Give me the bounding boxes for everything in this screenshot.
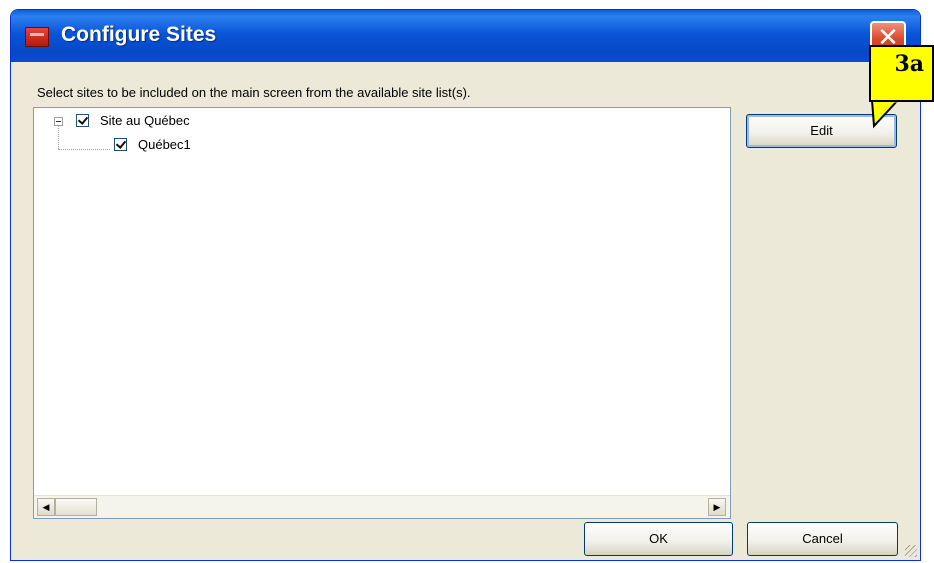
step-callout: 3a (869, 45, 934, 102)
title-bar[interactable]: Configure Sites ✕ (11, 10, 920, 62)
window-title: Configure Sites (61, 23, 217, 46)
checkbox-icon[interactable] (114, 138, 127, 151)
scroll-left-button[interactable]: ◀ (37, 498, 55, 516)
scroll-right-icon: ▶ (713, 502, 721, 512)
tree-connector (58, 149, 110, 150)
site-tree[interactable]: Site au Québec Québec1 ◀ ▶ (33, 107, 731, 519)
tree-item-label: Québec1 (138, 137, 191, 152)
resize-grip-icon[interactable] (905, 545, 917, 557)
checkbox-icon[interactable] (76, 114, 89, 127)
configure-sites-dialog: Configure Sites ✕ Select sites to be inc… (10, 9, 921, 561)
tree-item-label: Site au Québec (100, 113, 190, 128)
callout-pointer (870, 100, 900, 129)
horizontal-scrollbar[interactable]: ◀ ▶ (34, 495, 730, 518)
ok-button[interactable]: OK (584, 522, 733, 556)
app-icon (25, 27, 49, 47)
cancel-button[interactable]: Cancel (747, 522, 898, 556)
collapse-icon[interactable] (54, 117, 63, 126)
instruction-text: Select sites to be included on the main … (37, 85, 471, 100)
scroll-left-icon: ◀ (42, 502, 50, 512)
scroll-right-button[interactable]: ▶ (708, 498, 726, 516)
scroll-thumb[interactable] (55, 498, 97, 516)
tree-connector (58, 126, 59, 149)
